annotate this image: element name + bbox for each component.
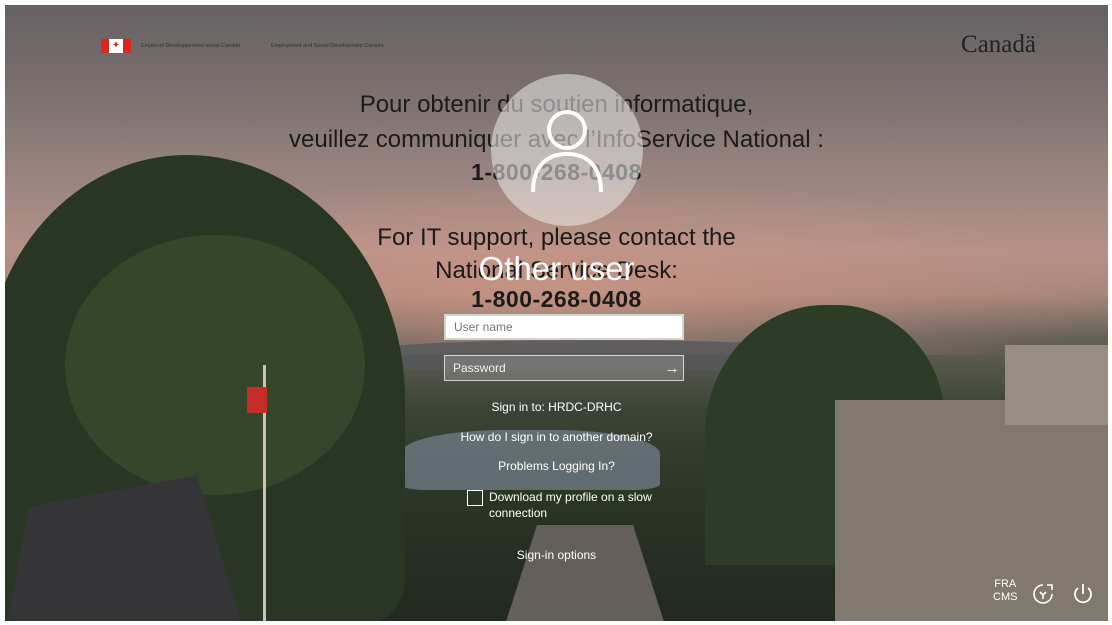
user-title: Other user [478, 250, 635, 287]
language-switcher[interactable]: FRA CMS [993, 578, 1017, 604]
user-avatar [491, 74, 643, 226]
submit-arrow-button[interactable]: → [660, 356, 684, 380]
flag-icon: ✦ [101, 39, 131, 53]
slow-connection-checkbox[interactable] [467, 490, 483, 506]
support-en-line1: For IT support, please contact the [377, 224, 736, 251]
user-icon [531, 110, 603, 192]
canada-wordmark: Canadä [961, 31, 1036, 58]
lock-screen-background: ✦ Emploi et Développement social Canada … [5, 5, 1108, 621]
sign-in-options-link[interactable]: Sign-in options [5, 548, 1108, 562]
power-button[interactable] [1071, 582, 1095, 611]
support-en-phone: 1-800-268-0408 [471, 286, 642, 312]
ease-of-access-icon [1033, 584, 1053, 604]
password-input[interactable] [444, 355, 684, 381]
department-name-en: Employment and Social Development Canada [271, 42, 384, 49]
government-logo: ✦ Emploi et Développement social Canada … [101, 39, 391, 53]
department-name-fr: Emploi et Développement social Canada [141, 42, 241, 49]
language-primary: FRA [994, 578, 1017, 590]
language-secondary: CMS [993, 591, 1018, 603]
slow-connection-option[interactable]: Download my profile on a slow connection [467, 489, 697, 521]
arrow-right-icon: → [664, 359, 680, 377]
power-icon [1074, 584, 1092, 604]
username-input[interactable] [444, 314, 684, 340]
slow-connection-label[interactable]: Download my profile on a slow connection [489, 489, 697, 521]
accessibility-button[interactable] [1031, 582, 1055, 611]
other-domain-link[interactable]: How do I sign in to another domain? [5, 430, 1108, 444]
sign-in-domain-text: Sign in to: HRDC-DRHC [491, 400, 622, 414]
problems-logging-in-link[interactable]: Problems Logging In? [5, 459, 1108, 473]
